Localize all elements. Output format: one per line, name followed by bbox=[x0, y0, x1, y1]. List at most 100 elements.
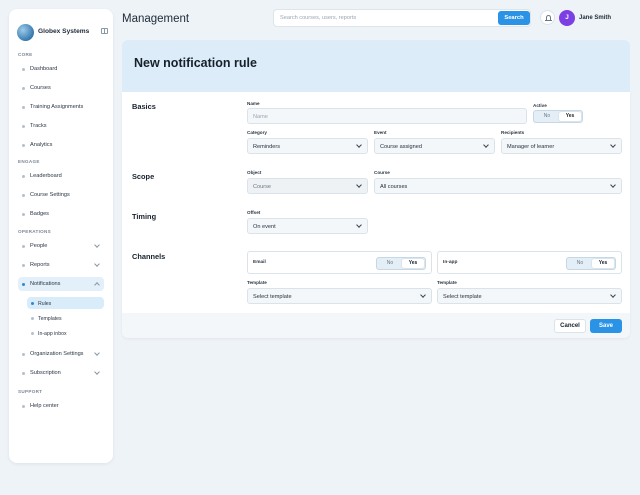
email-template-select[interactable]: Select template bbox=[247, 288, 432, 304]
active-no-option[interactable]: No bbox=[536, 112, 558, 121]
bullet-icon bbox=[22, 105, 25, 109]
sidebar-item-courses[interactable]: Courses bbox=[18, 81, 104, 95]
form-header: New notification rule bbox=[122, 40, 630, 92]
event-select[interactable]: Course assigned bbox=[374, 138, 495, 154]
section-timing: Timing bbox=[132, 212, 157, 221]
sidebar-item-notifications[interactable]: Notifications bbox=[18, 277, 104, 291]
sidebar-item-tracks[interactable]: Tracks bbox=[18, 119, 104, 133]
sidebar-item-label: Dashboard bbox=[30, 66, 58, 72]
sidebar-item-leaderboard[interactable]: Leaderboard bbox=[18, 169, 104, 183]
section-core: CORE bbox=[18, 52, 33, 57]
cancel-button[interactable]: Cancel bbox=[554, 319, 586, 333]
section-scope: Scope bbox=[132, 172, 155, 181]
sidebar-subitem-label: Templates bbox=[38, 315, 62, 322]
chevron-down-icon bbox=[356, 222, 362, 228]
chevron-down-icon bbox=[483, 142, 489, 148]
sidebar-subitem-inbox[interactable]: In-app inbox bbox=[27, 327, 104, 339]
inapp-template-value: Select template bbox=[443, 293, 482, 300]
email-template-label: Template bbox=[247, 280, 267, 285]
sidebar-item-dashboard[interactable]: Dashboard bbox=[18, 62, 104, 76]
category-select[interactable]: Reminders bbox=[247, 138, 368, 154]
sidebar-item-label: Badges bbox=[30, 211, 49, 217]
chevron-down-icon bbox=[94, 369, 100, 375]
bell-icon[interactable] bbox=[540, 10, 555, 25]
chevron-down-icon bbox=[420, 292, 426, 298]
save-button[interactable]: Save bbox=[590, 319, 622, 333]
object-select[interactable]: Course bbox=[247, 178, 368, 194]
sidebar-item-label: Courses bbox=[30, 85, 51, 91]
sidebar-item-people[interactable]: People bbox=[18, 239, 104, 253]
sidebar-subitem-templates[interactable]: Templates bbox=[27, 312, 104, 324]
offset-select[interactable]: On event bbox=[247, 218, 368, 234]
event-label: Event bbox=[374, 130, 387, 135]
sidebar-item-help-center[interactable]: Help center bbox=[18, 399, 104, 413]
sidebar-item-reports[interactable]: Reports bbox=[18, 258, 104, 272]
recipients-select[interactable]: Manager of learner bbox=[501, 138, 622, 154]
recipients-label: Recipients bbox=[501, 130, 525, 135]
sidebar-item-analytics[interactable]: Analytics bbox=[18, 138, 104, 152]
sidebar-item-label: Organization Settings bbox=[30, 351, 84, 357]
email-no-option[interactable]: No bbox=[379, 259, 401, 268]
form-card: Basics Name Name Active No Yes Category … bbox=[122, 92, 630, 338]
active-label: Active bbox=[533, 103, 547, 108]
email-toggle[interactable]: No Yes bbox=[376, 257, 426, 270]
sidebar-item-label: Leaderboard bbox=[30, 173, 62, 179]
bullet-icon bbox=[31, 332, 34, 335]
active-toggle[interactable]: No Yes bbox=[533, 110, 583, 123]
sidebar-subitem-label: Rules bbox=[38, 300, 52, 307]
sidebar-item-badges[interactable]: Badges bbox=[18, 207, 104, 221]
chevron-down-icon bbox=[610, 292, 616, 298]
sidebar-item-subscription[interactable]: Subscription bbox=[18, 366, 104, 380]
bullet-icon bbox=[22, 193, 25, 197]
chevron-down-icon bbox=[94, 350, 100, 356]
bullet-icon bbox=[22, 67, 25, 71]
name-label: Name bbox=[247, 101, 260, 106]
inapp-channel: In-app No Yes bbox=[437, 251, 622, 274]
sidebar-item-training-assignments[interactable]: Training Assignments bbox=[18, 100, 104, 114]
object-value: Course bbox=[253, 183, 272, 190]
name-field[interactable]: Name bbox=[247, 108, 527, 124]
bullet-icon bbox=[22, 371, 25, 375]
inapp-template-select[interactable]: Select template bbox=[437, 288, 622, 304]
inapp-yes-option[interactable]: Yes bbox=[592, 259, 614, 268]
brand-name: Globex Systems bbox=[38, 28, 90, 35]
object-label: Object bbox=[247, 170, 262, 175]
search-placeholder: Search courses, users, reports bbox=[280, 15, 357, 21]
chevron-up-icon bbox=[94, 282, 100, 288]
name-placeholder: Name bbox=[253, 113, 268, 120]
bell-base bbox=[544, 19, 552, 21]
chevron-down-icon bbox=[356, 182, 362, 188]
sidebar-item-label: Course Settings bbox=[30, 192, 70, 198]
bullet-icon bbox=[22, 404, 25, 408]
email-label: Email bbox=[253, 260, 266, 265]
sidebar-item-course-settings[interactable]: Course Settings bbox=[18, 188, 104, 202]
email-yes-option[interactable]: Yes bbox=[402, 259, 424, 268]
category-value: Reminders bbox=[253, 143, 281, 150]
inapp-no-option[interactable]: No bbox=[569, 259, 591, 268]
chevron-down-icon bbox=[94, 242, 100, 248]
section-support: SUPPORT bbox=[18, 389, 43, 394]
sidebar-item-organization-settings[interactable]: Organization Settings bbox=[18, 347, 104, 361]
bullet-icon bbox=[22, 263, 25, 267]
sidebar-item-label: Analytics bbox=[30, 142, 53, 148]
section-channels: Channels bbox=[132, 252, 166, 261]
course-select[interactable]: All courses bbox=[374, 178, 622, 194]
sidebar-item-label: Reports bbox=[30, 262, 50, 268]
bullet-icon bbox=[22, 282, 25, 286]
chevron-down-icon bbox=[610, 142, 616, 148]
sidebar-subitem-rules[interactable]: Rules bbox=[27, 297, 104, 309]
search-button[interactable]: Search bbox=[498, 11, 530, 25]
sidebar-collapse-icon[interactable] bbox=[101, 28, 108, 34]
inapp-template-label: Template bbox=[437, 280, 457, 285]
avatar[interactable]: J bbox=[559, 10, 575, 26]
inapp-toggle[interactable]: No Yes bbox=[566, 257, 616, 270]
offset-label: Offset bbox=[247, 210, 261, 215]
sidebar-item-label: People bbox=[30, 243, 48, 249]
section-basics: Basics bbox=[132, 102, 156, 111]
user-name[interactable]: Jane Smith bbox=[579, 15, 611, 21]
search-input[interactable]: Search courses, users, reports bbox=[273, 9, 531, 27]
bullet-icon bbox=[22, 143, 25, 147]
brand[interactable]: Globex Systems bbox=[17, 23, 108, 43]
form-title: New notification rule bbox=[134, 56, 257, 70]
active-yes-option[interactable]: Yes bbox=[559, 112, 581, 121]
